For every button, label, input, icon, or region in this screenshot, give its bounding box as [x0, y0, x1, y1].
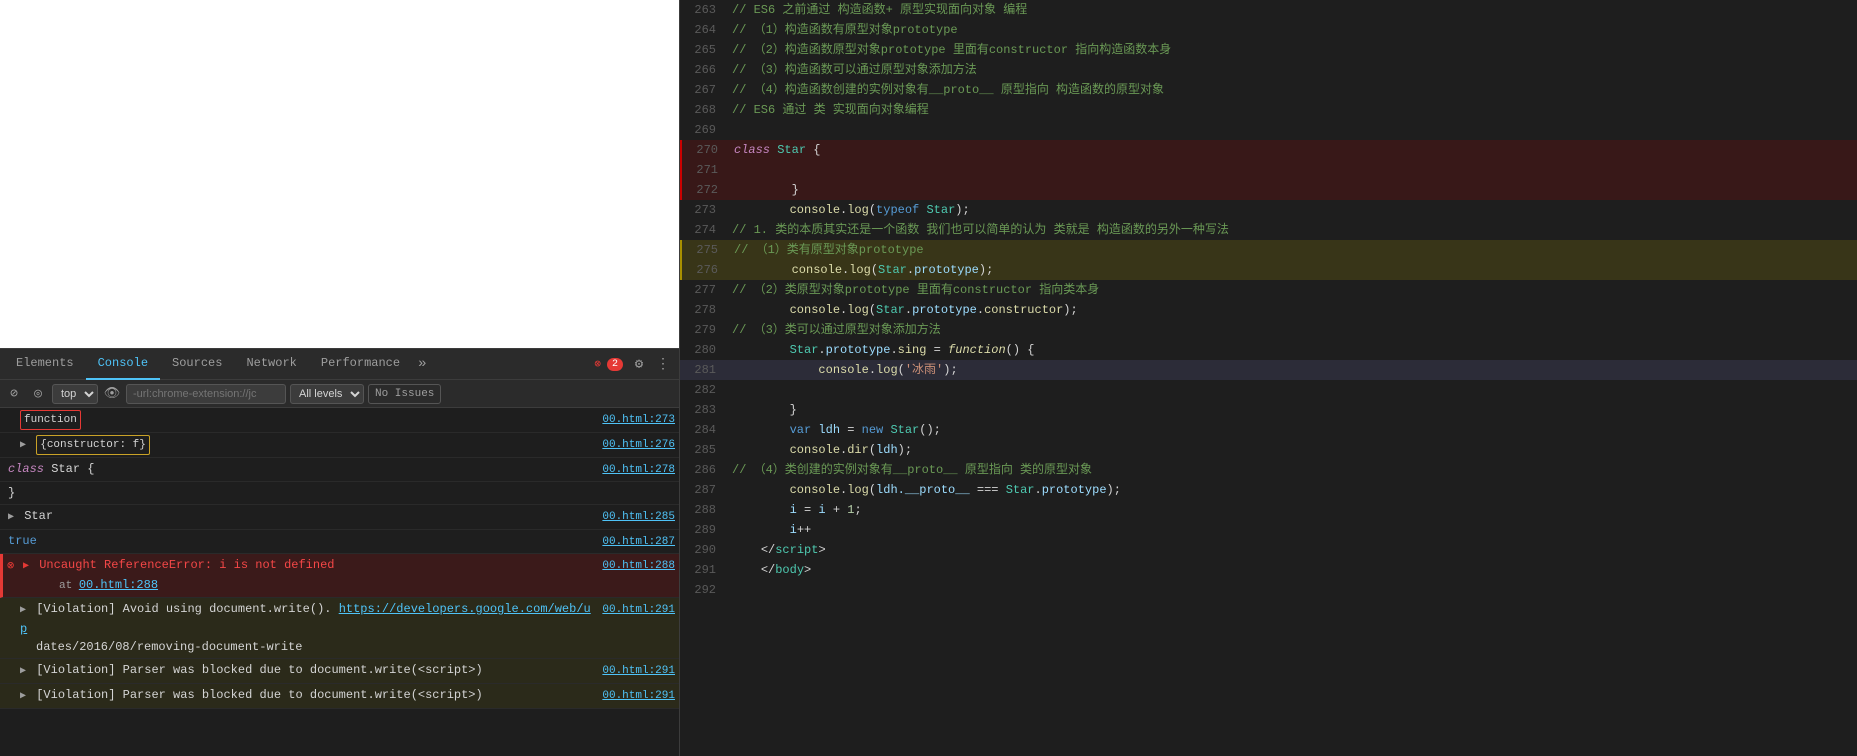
- code-line-265: 265 // （2）构造函数原型对象prototype 里面有construct…: [680, 40, 1857, 60]
- settings-icon[interactable]: ⚙: [627, 352, 651, 376]
- console-location-8[interactable]: 00.html:291: [602, 661, 675, 680]
- log-levels-select[interactable]: All levels: [290, 384, 364, 404]
- badge-area: ⊗ 2: [590, 357, 627, 371]
- filter-input[interactable]: [126, 384, 286, 404]
- tab-sources[interactable]: Sources: [160, 348, 234, 380]
- console-row-violation-2: ▶ [Violation] Parser was blocked due to …: [0, 659, 679, 684]
- code-line-270: 270 class Star {: [680, 140, 1857, 160]
- console-location-0[interactable]: 00.html:273: [602, 410, 675, 429]
- code-line-283: 283 }: [680, 400, 1857, 420]
- more-tabs-button[interactable]: »: [412, 348, 432, 380]
- code-line-277: 277 // （2）类原型对象prototype 里面有constructor …: [680, 280, 1857, 300]
- code-line-264: 264 // （1）构造函数有原型对象prototype: [680, 20, 1857, 40]
- code-line-290: 290 </script>: [680, 540, 1857, 560]
- expand-icon-2[interactable]: ▶: [23, 561, 29, 572]
- expand-icon-4[interactable]: ▶: [20, 666, 26, 677]
- code-line-284: 284 var ldh = new Star();: [680, 420, 1857, 440]
- console-row-violation-3: ▶ [Violation] Parser was blocked due to …: [0, 684, 679, 709]
- console-row-function: function 00.html:273: [0, 408, 679, 433]
- code-line-269: 269: [680, 120, 1857, 140]
- context-select[interactable]: top: [52, 384, 98, 404]
- console-row-error: ⊗ ▶ Uncaught ReferenceError: i is not de…: [0, 554, 679, 598]
- devtools-panel: Elements Console Sources Network Perform…: [0, 0, 680, 756]
- code-line-291: 291 </body>: [680, 560, 1857, 580]
- devtools-toolbar: ⊘ ◎ top 👁 All levels No Issues: [0, 380, 679, 408]
- console-row-object: ▶ {constructor: f} 00.html:276: [0, 433, 679, 458]
- clear-console-icon[interactable]: ⊘: [4, 384, 24, 404]
- console-row-violation-1: ▶ [Violation] Avoid using document.write…: [0, 598, 679, 659]
- console-location-5[interactable]: 00.html:287: [602, 532, 675, 551]
- tab-network[interactable]: Network: [234, 348, 308, 380]
- code-line-281: 281 console.log('冰雨');: [680, 360, 1857, 380]
- console-location-7[interactable]: 00.html:291: [602, 600, 675, 619]
- code-line-271: 271: [680, 160, 1857, 180]
- code-line-267: 267 // （4）构造函数创建的实例对象有__proto__ 原型指向 构造函…: [680, 80, 1857, 100]
- white-area: [0, 0, 679, 348]
- expand-icon-0[interactable]: ▶: [20, 440, 26, 451]
- console-row-true: true 00.html:287: [0, 530, 679, 554]
- console-output: function 00.html:273 ▶ {constructor: f} …: [0, 408, 679, 756]
- expand-icon-1[interactable]: ▶: [8, 512, 14, 523]
- console-location-2[interactable]: 00.html:278: [602, 460, 675, 479]
- expand-icon-3[interactable]: ▶: [20, 605, 26, 616]
- filter-icon[interactable]: ◎: [28, 384, 48, 404]
- code-line-266: 266 // （3）构造函数可以通过原型对象添加方法: [680, 60, 1857, 80]
- code-line-289: 289 i++: [680, 520, 1857, 540]
- code-line-288: 288 i = i + 1;: [680, 500, 1857, 520]
- code-panel: 263 // ES6 之前通过 构造函数+ 原型实现面向对象 编程 264 //…: [680, 0, 1857, 756]
- tab-console[interactable]: Console: [86, 348, 160, 380]
- console-row-close: }: [0, 482, 679, 505]
- console-location-6[interactable]: 00.html:288: [602, 556, 675, 575]
- code-line-268: 268 // ES6 通过 类 实现面向对象编程: [680, 100, 1857, 120]
- code-line-282: 282: [680, 380, 1857, 400]
- console-row-star: ▶ Star 00.html:285: [0, 505, 679, 530]
- eye-icon[interactable]: 👁: [102, 384, 122, 404]
- code-line-275: 275 // （1）类有原型对象prototype: [680, 240, 1857, 260]
- tab-performance[interactable]: Performance: [309, 348, 412, 380]
- error-icon: ⊗: [7, 557, 14, 575]
- console-location-9[interactable]: 00.html:291: [602, 686, 675, 705]
- code-line-287: 287 console.log(ldh.__proto__ === Star.p…: [680, 480, 1857, 500]
- code-line-272: 272 }: [680, 180, 1857, 200]
- code-line-276: 276 console.log(Star.prototype);: [680, 260, 1857, 280]
- object-badge: {constructor: f}: [36, 435, 150, 455]
- code-line-274: 274 // 1. 类的本质其实还是一个函数 我们也可以简单的认为 类就是 构造…: [680, 220, 1857, 240]
- no-issues-badge: No Issues: [368, 384, 441, 404]
- tab-elements[interactable]: Elements: [4, 348, 86, 380]
- code-line-292: 292: [680, 580, 1857, 600]
- code-line-273: 273 console.log(typeof Star);: [680, 200, 1857, 220]
- code-line-285: 285 console.dir(ldh);: [680, 440, 1857, 460]
- devtools-tabs: Elements Console Sources Network Perform…: [0, 348, 679, 380]
- console-location-1[interactable]: 00.html:276: [602, 435, 675, 454]
- expand-icon-5[interactable]: ▶: [20, 691, 26, 702]
- code-line-280: 280 Star.prototype.sing = function() {: [680, 340, 1857, 360]
- more-options-icon[interactable]: ⋮: [651, 352, 675, 376]
- console-location-4[interactable]: 00.html:285: [602, 507, 675, 526]
- code-line-279: 279 // （3）类可以通过原型对象添加方法: [680, 320, 1857, 340]
- function-badge: function: [20, 410, 81, 430]
- code-line-263: 263 // ES6 之前通过 构造函数+ 原型实现面向对象 编程: [680, 0, 1857, 20]
- console-row-class: class Star { 00.html:278: [0, 458, 679, 482]
- code-line-286: 286 // （4）类创建的实例对象有__proto__ 原型指向 类的原型对象: [680, 460, 1857, 480]
- error-badge: 2: [607, 358, 623, 371]
- error-circle-icon: ⊗: [594, 357, 601, 371]
- code-line-278: 278 console.log(Star.prototype.construct…: [680, 300, 1857, 320]
